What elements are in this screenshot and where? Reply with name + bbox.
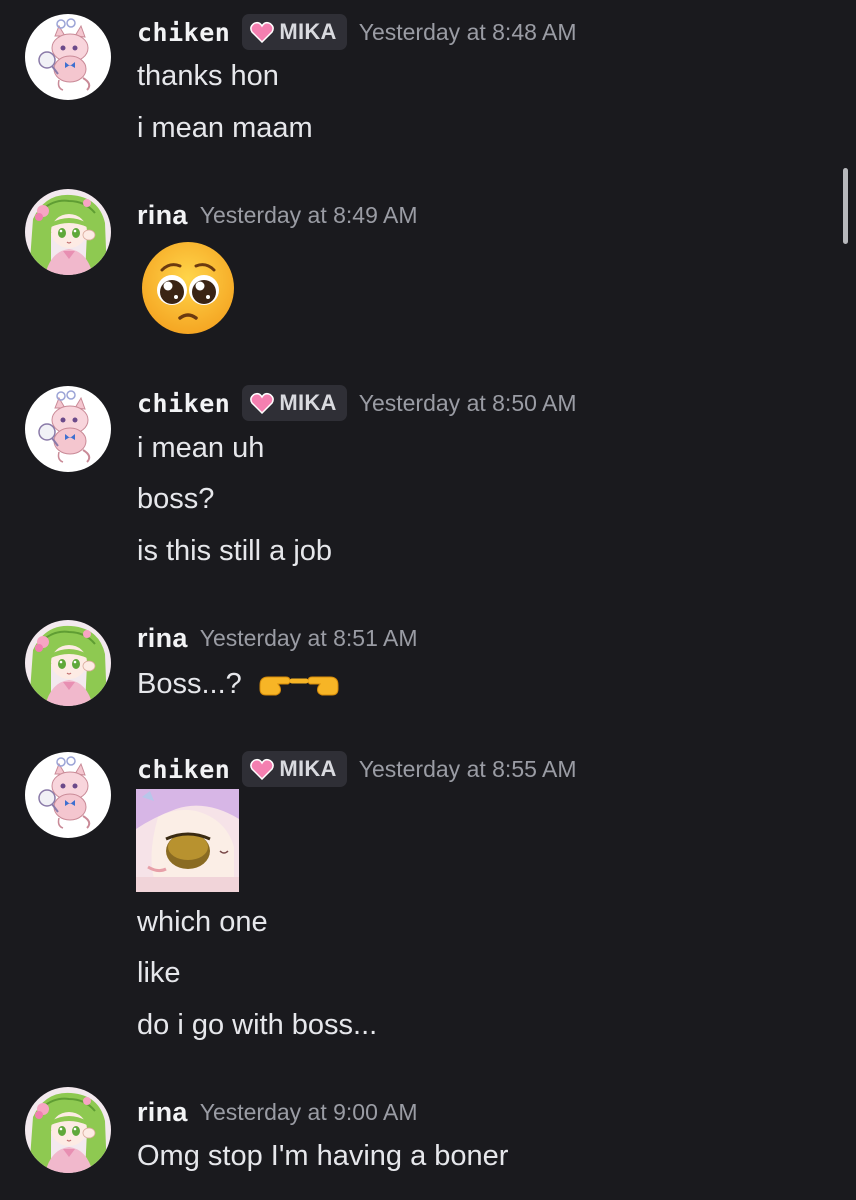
message-header: chiken MIKA Yesterday at 8:55 AM bbox=[137, 749, 577, 789]
message-text: boss? bbox=[137, 483, 215, 515]
chat-message-list: chiken MIKA Yesterday at 8:48 AM thanks … bbox=[0, 0, 856, 1200]
rina-avatar-image bbox=[25, 189, 111, 275]
rina-avatar-image bbox=[25, 1087, 111, 1173]
message-text: i mean maam bbox=[137, 112, 313, 144]
message-header: rina Yesterday at 9:00 AM bbox=[137, 1092, 418, 1132]
username[interactable]: chiken bbox=[137, 389, 230, 418]
message-text: do i go with boss... bbox=[137, 1009, 378, 1041]
timestamp: Yesterday at 8:51 AM bbox=[199, 624, 418, 651]
avatar[interactable] bbox=[25, 1087, 111, 1173]
timestamp: Yesterday at 8:50 AM bbox=[358, 389, 577, 416]
guild-tag[interactable]: MIKA bbox=[242, 751, 347, 787]
guild-tag-label: MIKA bbox=[279, 756, 337, 781]
username[interactable]: rina bbox=[137, 1097, 188, 1128]
rina-avatar-image bbox=[25, 620, 111, 706]
heart-icon bbox=[250, 21, 275, 43]
username[interactable]: rina bbox=[137, 200, 188, 231]
message-header: rina Yesterday at 8:51 AM bbox=[137, 618, 418, 658]
message-text: which one bbox=[137, 906, 268, 938]
scrollbar-thumb[interactable] bbox=[843, 168, 848, 244]
message-header: chiken MIKA Yesterday at 8:48 AM bbox=[137, 12, 577, 52]
message-text: is this still a job bbox=[137, 535, 333, 567]
guild-tag-label: MIKA bbox=[279, 19, 337, 44]
chiken-avatar-image bbox=[25, 386, 111, 472]
username[interactable]: rina bbox=[137, 623, 188, 654]
guild-tag[interactable]: MIKA bbox=[242, 385, 347, 421]
chiken-avatar-image bbox=[25, 752, 111, 838]
timestamp: Yesterday at 9:00 AM bbox=[199, 1098, 418, 1125]
pointing-fingers-icon[interactable] bbox=[256, 669, 342, 699]
message-header: rina Yesterday at 8:49 AM bbox=[137, 195, 418, 235]
timestamp: Yesterday at 8:55 AM bbox=[358, 755, 577, 782]
heart-icon bbox=[250, 392, 275, 414]
timestamp: Yesterday at 8:49 AM bbox=[199, 201, 418, 228]
message-text: thanks hon bbox=[137, 60, 279, 92]
avatar[interactable] bbox=[25, 620, 111, 706]
guild-tag[interactable]: MIKA bbox=[242, 14, 347, 50]
pleading-face-icon[interactable] bbox=[140, 240, 236, 336]
timestamp: Yesterday at 8:48 AM bbox=[358, 18, 577, 45]
message-text: i mean uh bbox=[137, 432, 265, 464]
anime-peek-sticker[interactable] bbox=[136, 789, 239, 892]
avatar[interactable] bbox=[25, 386, 111, 472]
guild-tag-label: MIKA bbox=[279, 390, 337, 415]
heart-icon bbox=[250, 758, 275, 780]
message-text: Boss...? bbox=[137, 668, 242, 700]
message-text: like bbox=[137, 957, 181, 989]
username[interactable]: chiken bbox=[137, 755, 230, 784]
avatar[interactable] bbox=[25, 189, 111, 275]
message-text: Omg stop I'm having a boner bbox=[137, 1140, 509, 1172]
avatar[interactable] bbox=[25, 752, 111, 838]
avatar[interactable] bbox=[25, 14, 111, 100]
username[interactable]: chiken bbox=[137, 18, 230, 47]
message-header: chiken MIKA Yesterday at 8:50 AM bbox=[137, 383, 577, 423]
chiken-avatar-image bbox=[25, 14, 111, 100]
message-content: Boss...? bbox=[137, 666, 342, 702]
